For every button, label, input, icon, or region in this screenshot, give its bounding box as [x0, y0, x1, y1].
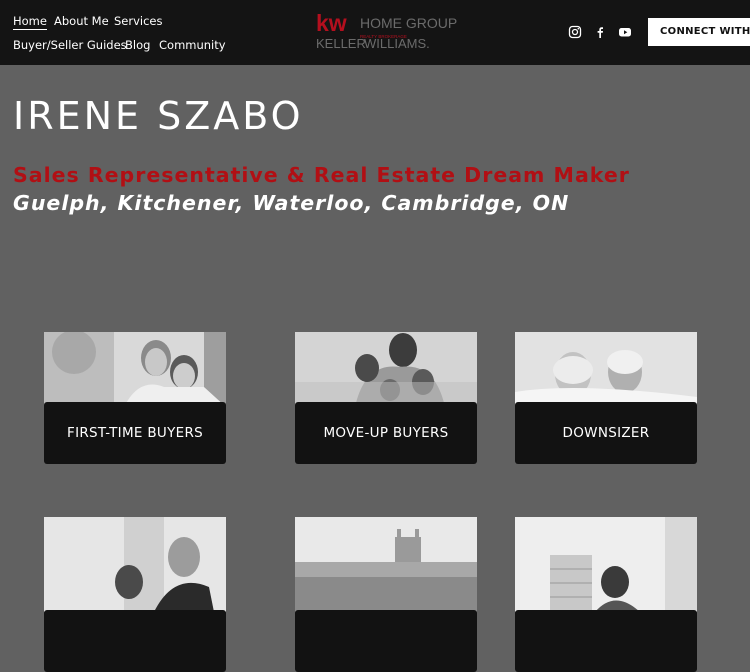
nav-about-me[interactable]: About Me	[54, 14, 109, 28]
card-label: DOWNSIZER	[515, 402, 697, 464]
card-label: MOVE-UP BUYERS	[295, 402, 477, 464]
nav-blog[interactable]: Blog	[125, 38, 150, 52]
agent-name: IRENE SZABO	[13, 94, 304, 138]
youtube-icon[interactable]	[618, 25, 632, 39]
agent-tagline: Sales Representative & Real Estate Dream…	[13, 163, 630, 187]
card-row2-middle[interactable]	[295, 517, 477, 672]
card-row2-left[interactable]	[44, 517, 226, 672]
card-label	[515, 610, 697, 672]
card-first-time-buyers[interactable]: FIRST-TIME BUYERS	[44, 332, 226, 464]
card-photo	[515, 517, 697, 612]
logo-keller-text: KELLER	[316, 36, 366, 51]
keller-williams-logo[interactable]: kw HOME GROUP REALTY BROKERAGE KELLER WI…	[316, 11, 461, 51]
nav-buyer-seller-guides[interactable]: Buyer/Seller Guides	[13, 38, 127, 52]
card-photo	[44, 517, 226, 612]
nav-services[interactable]: Services	[114, 14, 163, 28]
card-label	[44, 610, 226, 672]
card-move-up-buyers[interactable]: MOVE-UP BUYERS	[295, 332, 477, 464]
card-label: FIRST-TIME BUYERS	[44, 402, 226, 464]
card-photo	[515, 332, 697, 407]
card-label	[295, 610, 477, 672]
card-row2-right[interactable]	[515, 517, 697, 672]
site-header: Home About Me Services Buyer/Seller Guid…	[0, 0, 750, 65]
logo-williams-text: WILLIAMS.	[364, 36, 430, 51]
card-downsizer[interactable]: DOWNSIZER	[515, 332, 697, 464]
nav-home[interactable]: Home	[13, 14, 47, 30]
logo-kw-text: kw	[316, 11, 347, 36]
card-photo	[44, 332, 226, 407]
card-photo	[295, 517, 477, 612]
logo-home-group-text: HOME GROUP	[360, 15, 457, 31]
facebook-icon[interactable]	[593, 25, 607, 39]
connect-with-me-button[interactable]: CONNECT WITH ME	[648, 18, 750, 46]
service-locations: Guelph, Kitchener, Waterloo, Cambridge, …	[13, 191, 570, 215]
card-photo	[295, 332, 477, 407]
instagram-icon[interactable]	[568, 25, 582, 39]
nav-community[interactable]: Community	[159, 38, 226, 52]
